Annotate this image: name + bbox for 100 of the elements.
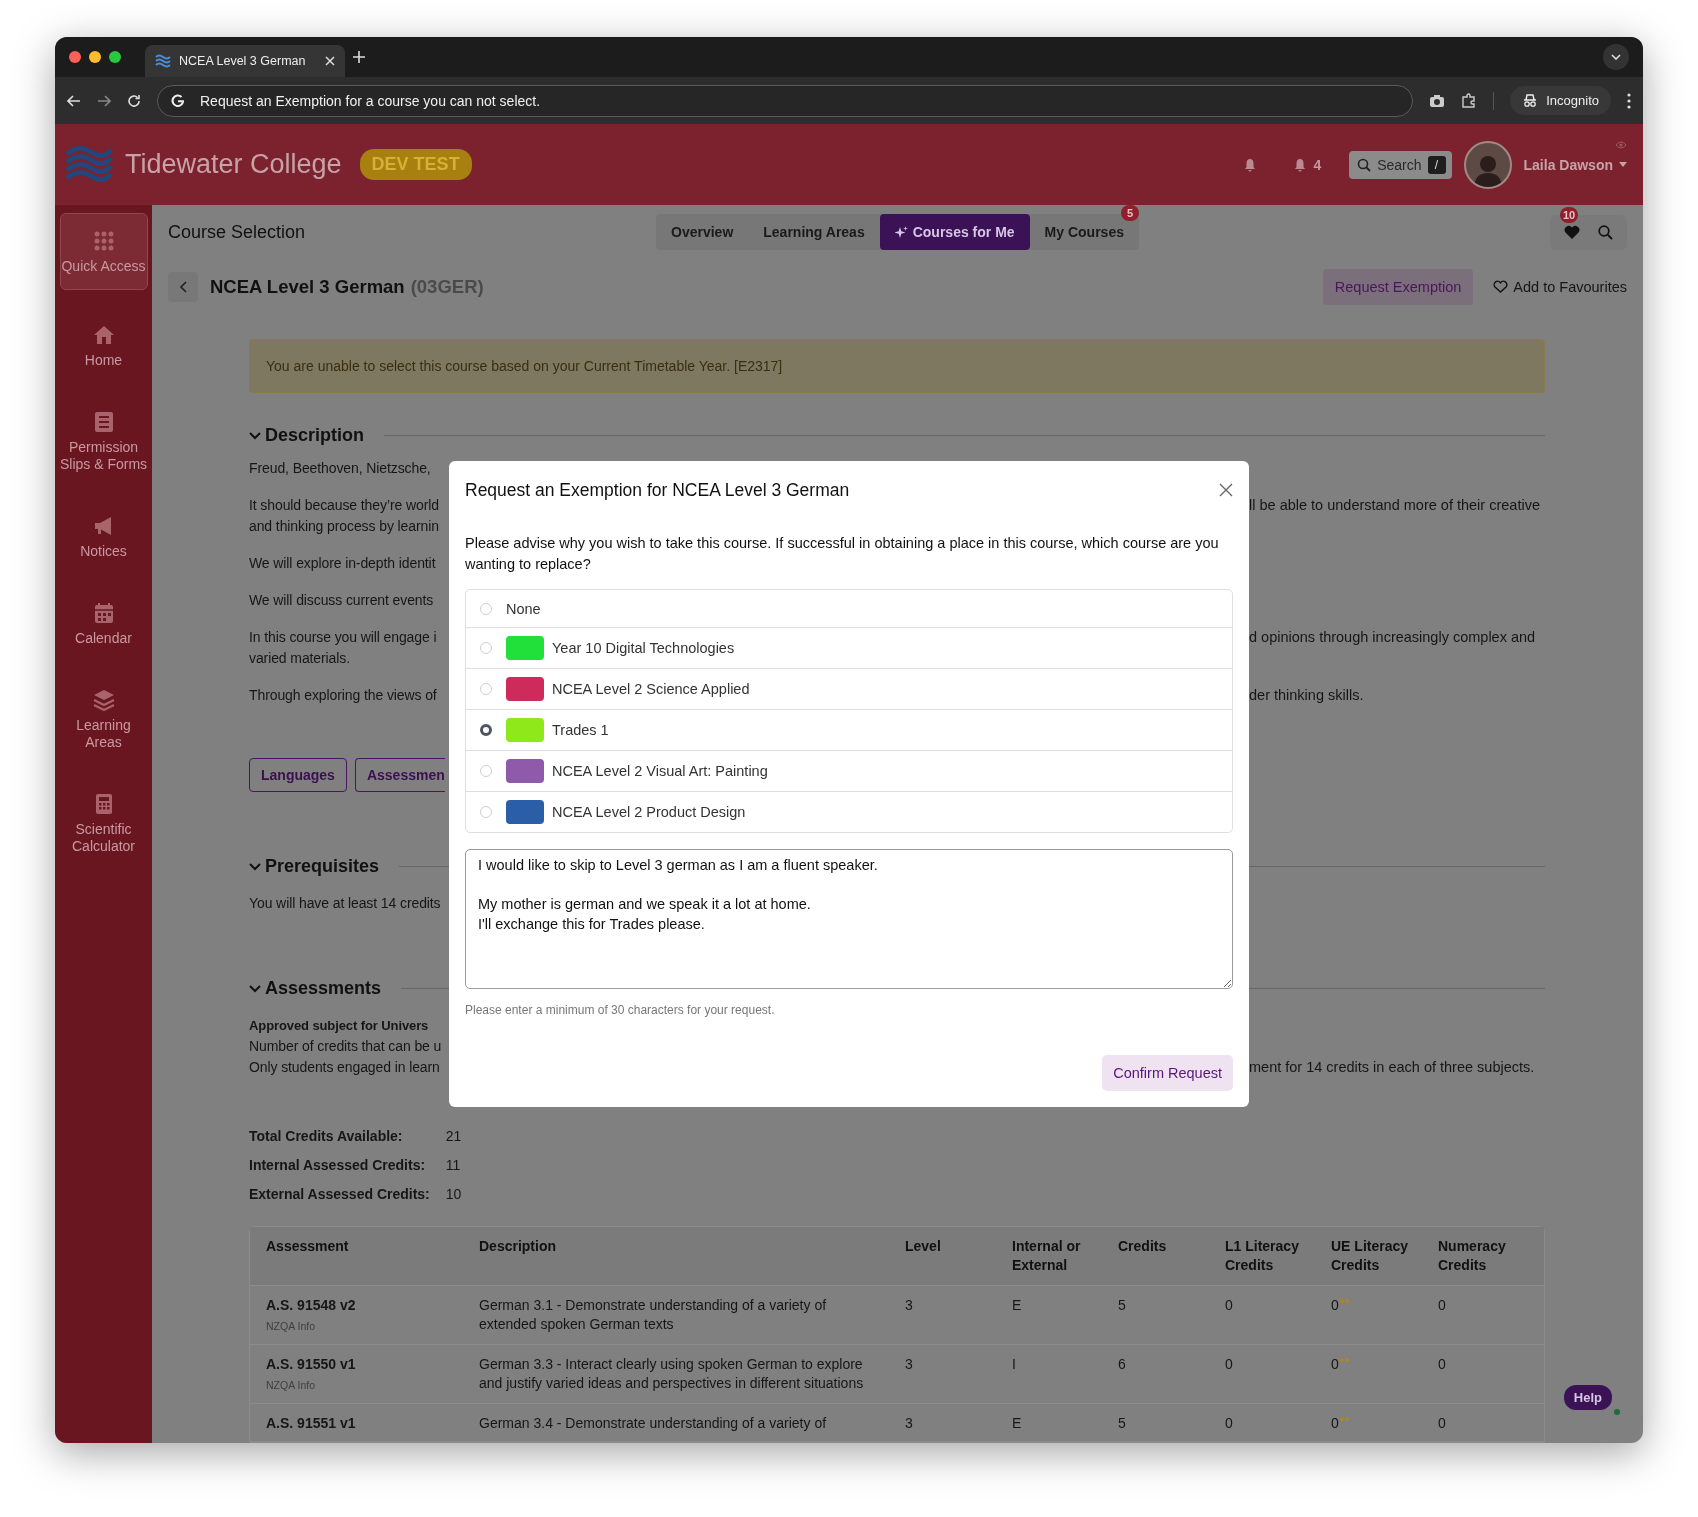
table-cell: 0 <box>1422 1404 1544 1442</box>
paragraph-text: Through exploring the views of <box>249 686 438 705</box>
window-close-button[interactable] <box>69 51 81 63</box>
request-exemption-button[interactable]: Request Exemption <box>1322 268 1474 305</box>
waves-icon <box>155 53 171 69</box>
heart-icon[interactable] <box>1564 225 1580 240</box>
user-menu[interactable]: Laila Dawson <box>1523 156 1627 173</box>
camera-icon[interactable] <box>1429 93 1446 108</box>
field-label: External Assessed Credits: <box>249 1186 430 1202</box>
dialog-title: Request an Exemption for NCEA Level 3 German <box>465 479 850 501</box>
paragraph-text: ll be able to understand more of their creative <box>1249 496 1541 515</box>
table-cell: 0 <box>1422 1286 1544 1345</box>
hint-text: Please enter a minimum of 30 characters for your request. <box>465 1003 776 1017</box>
sidebar-item[interactable]: Notices <box>59 507 148 568</box>
browser-tab[interactable]: NCEA Level 3 German <box>145 45 345 77</box>
profile-button[interactable]: Incognito <box>1510 86 1611 115</box>
dialog-prompt: Please advise why you wish to take this course. If successful in obtaining a place in this course, which course are you wanting to replace? <box>465 534 1220 574</box>
close-icon[interactable] <box>1219 483 1233 497</box>
bell-icon <box>1293 157 1308 172</box>
paragraph-text: Only students engaged in learn <box>249 1058 441 1077</box>
status-dot <box>1614 1409 1620 1415</box>
paragraph-text: We will explore in-depth identit <box>249 554 437 573</box>
sidebar-item[interactable]: Quick Access <box>59 213 148 290</box>
chevron-down-icon <box>249 431 261 440</box>
tag-button[interactable]: Languages <box>249 758 347 792</box>
course-option[interactable]: NCEA Level 2 Product Design <box>466 791 1232 832</box>
tab-list-button[interactable] <box>1603 44 1629 70</box>
table-cell: 5 <box>1102 1286 1209 1345</box>
chevron-left-icon <box>179 280 187 293</box>
info-link[interactable]: NZQA Info <box>266 1317 447 1336</box>
table-cell: E <box>996 1286 1102 1345</box>
sidebar-item[interactable]: Learning Areas <box>59 681 148 759</box>
table-cell: 0 <box>1209 1345 1315 1404</box>
course-option[interactable]: NCEA Level 2 Science Applied <box>466 668 1232 709</box>
paragraph-text: Number of credits that can be u <box>249 1037 443 1056</box>
more-icon[interactable] <box>1627 92 1631 109</box>
count-badge: 10 <box>1560 206 1578 223</box>
hat-glasses-icon <box>1522 93 1539 108</box>
search-icon[interactable] <box>1598 224 1613 240</box>
puzzle-icon[interactable] <box>1461 92 1478 109</box>
tab[interactable]: Overview <box>656 214 749 251</box>
table-cell: 3 <box>889 1286 996 1345</box>
site-icon <box>170 92 186 109</box>
school-name: Tidewater College <box>125 149 342 180</box>
reason-field[interactable]: I would like to skip to Level 3 german as I am a fluent speaker. My mother is german and we speak it a lot at home. I'll exchange this for Trades please. <box>465 849 1233 989</box>
table-cell: German 3.3 - Interact clearly using spoken German to explore and justify varied ideas and perspectives in different situations <box>463 1345 889 1404</box>
plus-icon[interactable] <box>353 51 365 63</box>
paragraph-text: It should because they’re world <box>249 496 440 515</box>
sparkle-icon <box>894 225 908 239</box>
info-link[interactable]: NZQA Info <box>266 1376 447 1395</box>
column-header: Level <box>889 1227 996 1286</box>
field-value: 10 <box>445 1186 462 1202</box>
column-header: Assessment <box>250 1227 463 1286</box>
assessment-code: A.S. 91548 v2 <box>266 1296 357 1315</box>
table-cell: 6 <box>1102 1345 1209 1404</box>
column-header: Description <box>463 1227 889 1286</box>
window-minimize-button[interactable] <box>89 51 101 63</box>
assessment-code: A.S. 91551 v1 <box>266 1414 357 1433</box>
paragraph-text: and thinking process by learnin <box>249 517 440 536</box>
notifications-button[interactable]: 4 <box>1293 156 1322 173</box>
chevron-down-icon <box>249 862 261 871</box>
help-button[interactable]: Help <box>1563 1385 1612 1410</box>
table-cell: 0 <box>1331 1355 1339 1374</box>
table-cell: 0 <box>1331 1296 1339 1315</box>
sidebar-item[interactable]: Scientific Calculator <box>59 785 148 863</box>
paragraph-text: You will have at least 14 credits <box>249 894 442 913</box>
radio-button[interactable] <box>480 724 492 736</box>
bell-icon[interactable] <box>1243 157 1258 172</box>
back-button[interactable] <box>168 271 198 302</box>
reload-icon[interactable] <box>127 93 141 108</box>
field-value: 11 <box>445 1157 462 1173</box>
table-cell: 3 <box>889 1404 996 1442</box>
paragraph-text: Freud, Beethoven, Nietzsche, <box>249 459 432 478</box>
course-option[interactable]: None <box>466 590 1232 627</box>
caret-icon <box>1619 162 1627 167</box>
sidebar-item[interactable]: Calendar <box>59 594 148 655</box>
window-maximize-button[interactable] <box>109 51 121 63</box>
tab[interactable]: Learning Areas <box>748 214 880 251</box>
section-heading: Description <box>265 425 365 446</box>
column-header: Credits <box>1102 1227 1209 1286</box>
course-option[interactable]: Year 10 Digital Technologies <box>466 627 1232 668</box>
table-cell: 0 <box>1209 1404 1315 1442</box>
sidebar-item[interactable]: Permission Slips & Forms <box>59 403 148 481</box>
sidebar-item[interactable]: Home <box>59 316 148 377</box>
course-option[interactable]: NCEA Level 2 Visual Art: Painting <box>466 750 1232 791</box>
paragraph-text: We will discuss current events <box>249 591 435 610</box>
paragraph-text: der thinking skills. <box>1249 686 1365 705</box>
forward-icon[interactable] <box>97 93 111 108</box>
count-badge: 5 <box>1120 205 1139 222</box>
confirm-request-button[interactable]: Confirm Request <box>1102 1055 1233 1091</box>
column-header: UE Literacy Credits <box>1315 1227 1422 1286</box>
search-button[interactable]: Search / <box>1349 150 1452 179</box>
add-to-favourites-link[interactable]: Add to Favourites <box>1493 278 1627 295</box>
checklist-icon <box>92 411 115 433</box>
tab[interactable]: Courses for Me <box>879 214 1030 251</box>
address-field[interactable]: Request an Exemption for a course you can not select. <box>157 84 1414 117</box>
chevron-down-icon <box>1611 54 1621 60</box>
back-icon[interactable] <box>67 93 81 108</box>
tag-button[interactable]: Assessmen <box>354 758 445 792</box>
course-option[interactable]: Trades 1 <box>466 709 1232 750</box>
